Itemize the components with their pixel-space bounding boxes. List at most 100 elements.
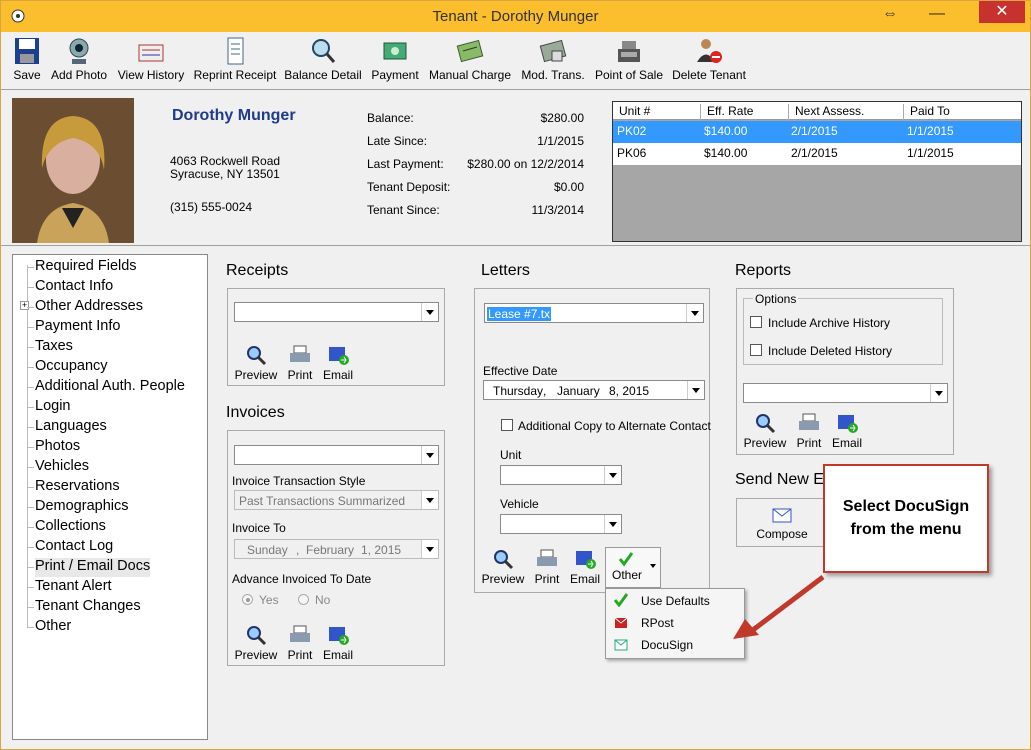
checkmark-icon bbox=[618, 552, 634, 567]
balance-detail-button[interactable]: Balance Detail bbox=[284, 35, 362, 82]
tree-item-other[interactable]: Other bbox=[35, 618, 71, 637]
tree-item-contact-log[interactable]: Contact Log bbox=[35, 538, 113, 557]
letters-title: Letters bbox=[481, 262, 530, 279]
tree-item-photos[interactable]: Photos bbox=[35, 438, 80, 457]
tree-item-other-addresses[interactable]: Other Addresses bbox=[35, 298, 143, 317]
deleted-history-checkbox[interactable] bbox=[750, 344, 762, 356]
invoices-print-button[interactable]: Print bbox=[284, 624, 316, 662]
payment-button[interactable]: Payment bbox=[369, 35, 421, 82]
add-photo-button[interactable]: Add Photo bbox=[49, 35, 109, 82]
payment-icon bbox=[383, 42, 407, 60]
tenant-deposit-label: Tenant Deposit: bbox=[367, 180, 451, 194]
tree-item-print-email-docs[interactable]: Print / Email Docs bbox=[35, 558, 151, 577]
advance-invoiced-label: Advance Invoiced To Date bbox=[232, 572, 372, 586]
vehicle-select[interactable] bbox=[500, 514, 622, 534]
tenant-photo[interactable] bbox=[12, 98, 134, 243]
tree-item-payment-info[interactable]: Payment Info bbox=[35, 318, 120, 337]
preview-icon bbox=[494, 550, 514, 570]
tree-item-occupancy[interactable]: Occupancy bbox=[35, 358, 108, 377]
letters-email-button[interactable]: Email bbox=[568, 548, 602, 586]
invoices-select[interactable] bbox=[234, 445, 439, 465]
col-next-assess[interactable]: Next Assess. bbox=[788, 104, 864, 120]
mod-trans-button[interactable]: Mod. Trans. bbox=[519, 35, 587, 82]
callout-line-1: Select DocuSign bbox=[842, 498, 970, 515]
instruction-callout: Select DocuSign from the menu bbox=[823, 464, 989, 573]
units-grid[interactable]: Unit # Eff. Rate Next Assess. Paid To PK… bbox=[612, 101, 1022, 242]
invoices-preview-button[interactable]: Preview bbox=[234, 624, 278, 662]
letters-print-button[interactable]: Print bbox=[531, 548, 563, 586]
tree-connector bbox=[27, 407, 34, 408]
tree-item-additional-auth-people[interactable]: Additional Auth. People bbox=[35, 378, 185, 397]
menu-item-use-defaults[interactable]: Use Defaults bbox=[606, 590, 744, 611]
save-button[interactable]: Save bbox=[11, 35, 43, 82]
tree-connector bbox=[27, 507, 34, 508]
reports-preview-button[interactable]: Preview bbox=[743, 412, 787, 450]
tree-item-contact-info[interactable]: Contact Info bbox=[35, 278, 113, 297]
col-eff-rate[interactable]: Eff. Rate bbox=[700, 104, 753, 120]
tree-item-collections[interactable]: Collections bbox=[35, 518, 106, 537]
last-payment-label: Last Payment: bbox=[367, 157, 444, 171]
col-paid-to[interactable]: Paid To bbox=[903, 104, 950, 120]
reports-select[interactable] bbox=[743, 383, 948, 403]
options-label: Options bbox=[753, 292, 799, 306]
receipts-email-button[interactable]: Email bbox=[321, 344, 355, 382]
docusign-icon bbox=[614, 639, 628, 651]
tree-item-vehicles[interactable]: Vehicles bbox=[35, 458, 89, 477]
compose-icon bbox=[772, 508, 792, 523]
manual-charge-button[interactable]: Manual Charge bbox=[428, 35, 512, 82]
tree-item-languages[interactable]: Languages bbox=[35, 418, 107, 437]
table-row[interactable]: PK06 $140.00 2/1/2015 1/1/2015 bbox=[613, 143, 1021, 165]
reports-email-button[interactable]: Email bbox=[830, 412, 864, 450]
archive-history-checkbox[interactable] bbox=[750, 316, 762, 328]
reprint-receipt-button[interactable]: Reprint Receipt bbox=[193, 35, 277, 82]
email-icon bbox=[576, 551, 596, 569]
tree-item-login[interactable]: Login bbox=[35, 398, 70, 417]
additional-copy-checkbox[interactable] bbox=[501, 419, 513, 431]
unit-select[interactable] bbox=[500, 465, 622, 485]
preview-icon bbox=[247, 346, 267, 366]
menu-item-docusign[interactable]: DocuSign bbox=[606, 634, 744, 655]
balance-label: Balance: bbox=[367, 111, 414, 125]
tree-connector bbox=[27, 265, 28, 627]
reports-print-button[interactable]: Print bbox=[793, 412, 825, 450]
menu-item-rpost[interactable]: RPost bbox=[606, 612, 744, 633]
tree-connector bbox=[27, 427, 34, 428]
printer-icon bbox=[290, 625, 310, 642]
point-of-sale-button[interactable]: Point of Sale bbox=[594, 35, 664, 82]
receipts-print-button[interactable]: Print bbox=[284, 344, 316, 382]
view-history-button[interactable]: View History bbox=[116, 35, 186, 82]
tree-item-tenant-alert[interactable]: Tenant Alert bbox=[35, 578, 112, 597]
tree-item-demographics[interactable]: Demographics bbox=[35, 498, 129, 517]
tree-item-reservations[interactable]: Reservations bbox=[35, 478, 120, 497]
close-button[interactable]: ✕ bbox=[979, 1, 1025, 23]
tree-item-taxes[interactable]: Taxes bbox=[35, 338, 73, 357]
invoices-email-button[interactable]: Email bbox=[321, 624, 355, 662]
advance-yes-radio[interactable] bbox=[242, 594, 253, 605]
delete-tenant-button[interactable]: Delete Tenant bbox=[671, 35, 747, 82]
table-row[interactable]: PK02 $140.00 2/1/2015 1/1/2015 bbox=[613, 121, 1021, 143]
advance-yes-label: Yes bbox=[259, 593, 279, 607]
late-since-value: 1/1/2015 bbox=[537, 134, 584, 148]
tree-connector bbox=[27, 547, 34, 548]
minimize-button[interactable]: — bbox=[922, 1, 952, 26]
letter-template-select[interactable]: Lease #7.tx bbox=[484, 303, 704, 323]
other-dropdown-menu: Use Defaults RPost DocuSign bbox=[605, 588, 745, 659]
receipts-preview-button[interactable]: Preview bbox=[234, 344, 278, 382]
expand-icon[interactable]: + bbox=[20, 301, 29, 310]
receipts-select[interactable] bbox=[234, 302, 439, 322]
col-unit[interactable]: Unit # bbox=[613, 104, 650, 120]
chevron-down-icon bbox=[930, 384, 947, 402]
resize-icon[interactable]: ⇔ bbox=[875, 1, 905, 26]
letters-other-button[interactable]: Other bbox=[605, 547, 661, 588]
callout-line-2: from the menu bbox=[850, 521, 962, 538]
tree-item-tenant-changes[interactable]: Tenant Changes bbox=[35, 598, 141, 617]
compose-button[interactable]: Compose bbox=[736, 498, 828, 547]
cash-register-icon bbox=[618, 41, 640, 62]
tree-item-required-fields[interactable]: Required Fields bbox=[35, 258, 137, 277]
invoice-to-date-picker[interactable]: Sunday , February 1, 2015 bbox=[234, 539, 439, 559]
effective-date-picker[interactable]: Thursday , January 8, 2015 bbox=[483, 380, 705, 400]
invoice-style-select[interactable]: Past Transactions Summarized bbox=[234, 490, 439, 510]
unit-label: Unit bbox=[500, 448, 522, 462]
advance-no-radio[interactable] bbox=[298, 594, 309, 605]
letters-preview-button[interactable]: Preview bbox=[481, 548, 525, 586]
